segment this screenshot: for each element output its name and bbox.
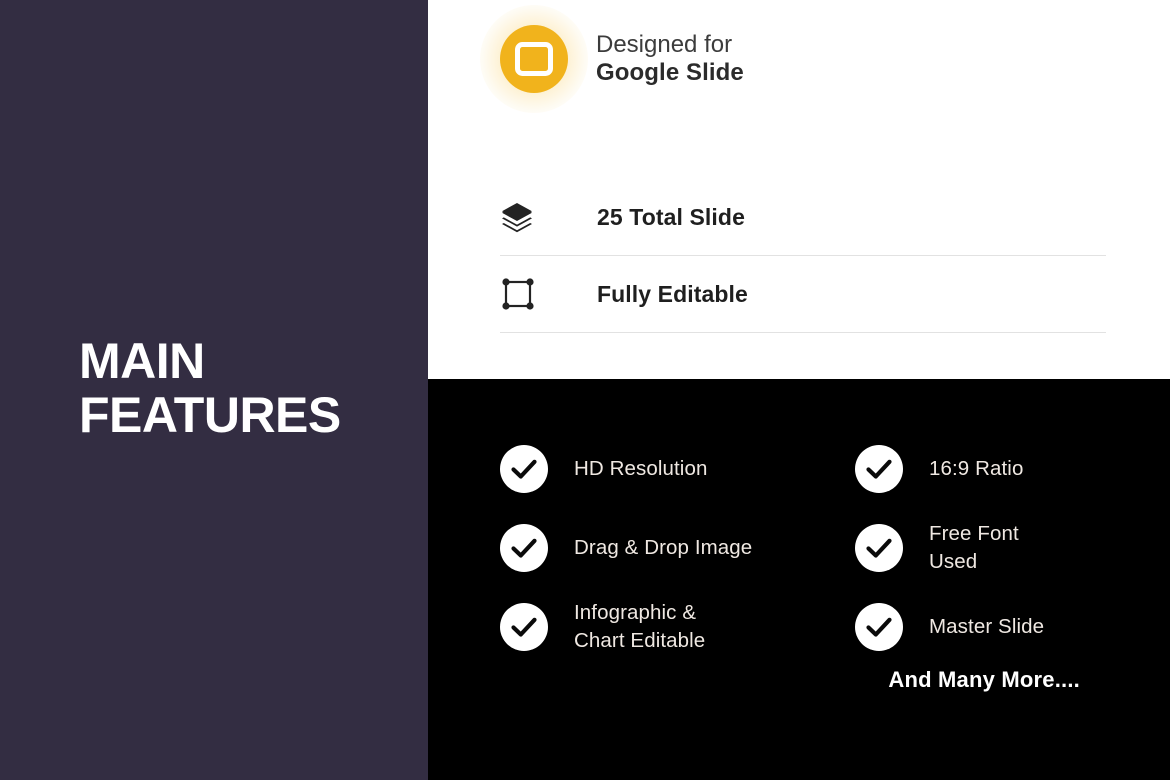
check-circle-icon — [500, 523, 548, 572]
left-panel: MAIN FEATURES — [0, 0, 428, 780]
right-side: Designed for Google Slide 25 Total Slide… — [428, 0, 1170, 780]
feature-list: 25 Total Slide Fully Editable — [500, 179, 1106, 333]
list-item: HD Resolution — [500, 429, 850, 508]
list-item: 16:9 Ratio — [855, 429, 1170, 508]
check-circle-icon — [500, 444, 548, 493]
check-circle-icon — [855, 523, 903, 572]
designed-for-line1: Designed for — [596, 30, 733, 58]
list-item: Drag & Drop Image — [500, 508, 850, 587]
list-item: Infographic & Chart Editable — [500, 587, 850, 666]
designed-for-block: Designed for Google Slide — [480, 5, 744, 113]
google-slides-icon — [500, 25, 568, 93]
main-features-slide: MAIN FEATURES Designed for Google Slide — [0, 0, 1170, 780]
list-item-label: HD Resolution — [574, 456, 708, 480]
feature-row-total-slide: 25 Total Slide — [500, 179, 1106, 256]
check-circle-icon — [855, 602, 903, 651]
list-item-label: Drag & Drop Image — [574, 535, 753, 559]
feature-label: 25 Total Slide — [597, 203, 745, 230]
white-info-section: Designed for Google Slide 25 Total Slide… — [428, 0, 1170, 379]
list-item: Master Slide — [855, 587, 1170, 666]
bounding-box-icon — [500, 276, 546, 312]
checklist-column-right: 16:9 Ratio Free Font Used Master Slide — [855, 429, 1170, 666]
checklist-column-left: HD Resolution Drag & Drop Image Infograp… — [500, 429, 850, 666]
list-item-label: Infographic & Chart Editable — [574, 601, 706, 652]
feature-label: Fully Editable — [597, 280, 748, 307]
check-circle-icon — [500, 602, 548, 651]
page-title: MAIN FEATURES — [79, 333, 341, 443]
list-item-label: 16:9 Ratio — [929, 456, 1024, 480]
list-item-label: Free Font Used — [929, 522, 1019, 573]
google-slides-icon-wrap — [480, 5, 588, 113]
designed-for-line2: Google Slide — [596, 59, 744, 86]
check-circle-icon — [855, 444, 903, 493]
list-item-label: Master Slide — [929, 614, 1045, 638]
feature-row-fully-editable: Fully Editable — [500, 256, 1106, 333]
designed-for-text: Designed for Google Slide — [596, 31, 744, 88]
footer-note: And Many More.... — [888, 667, 1080, 692]
list-item: Free Font Used — [855, 508, 1170, 587]
black-checklist-section: HD Resolution Drag & Drop Image Infograp… — [428, 379, 1170, 780]
layers-icon — [500, 200, 546, 234]
